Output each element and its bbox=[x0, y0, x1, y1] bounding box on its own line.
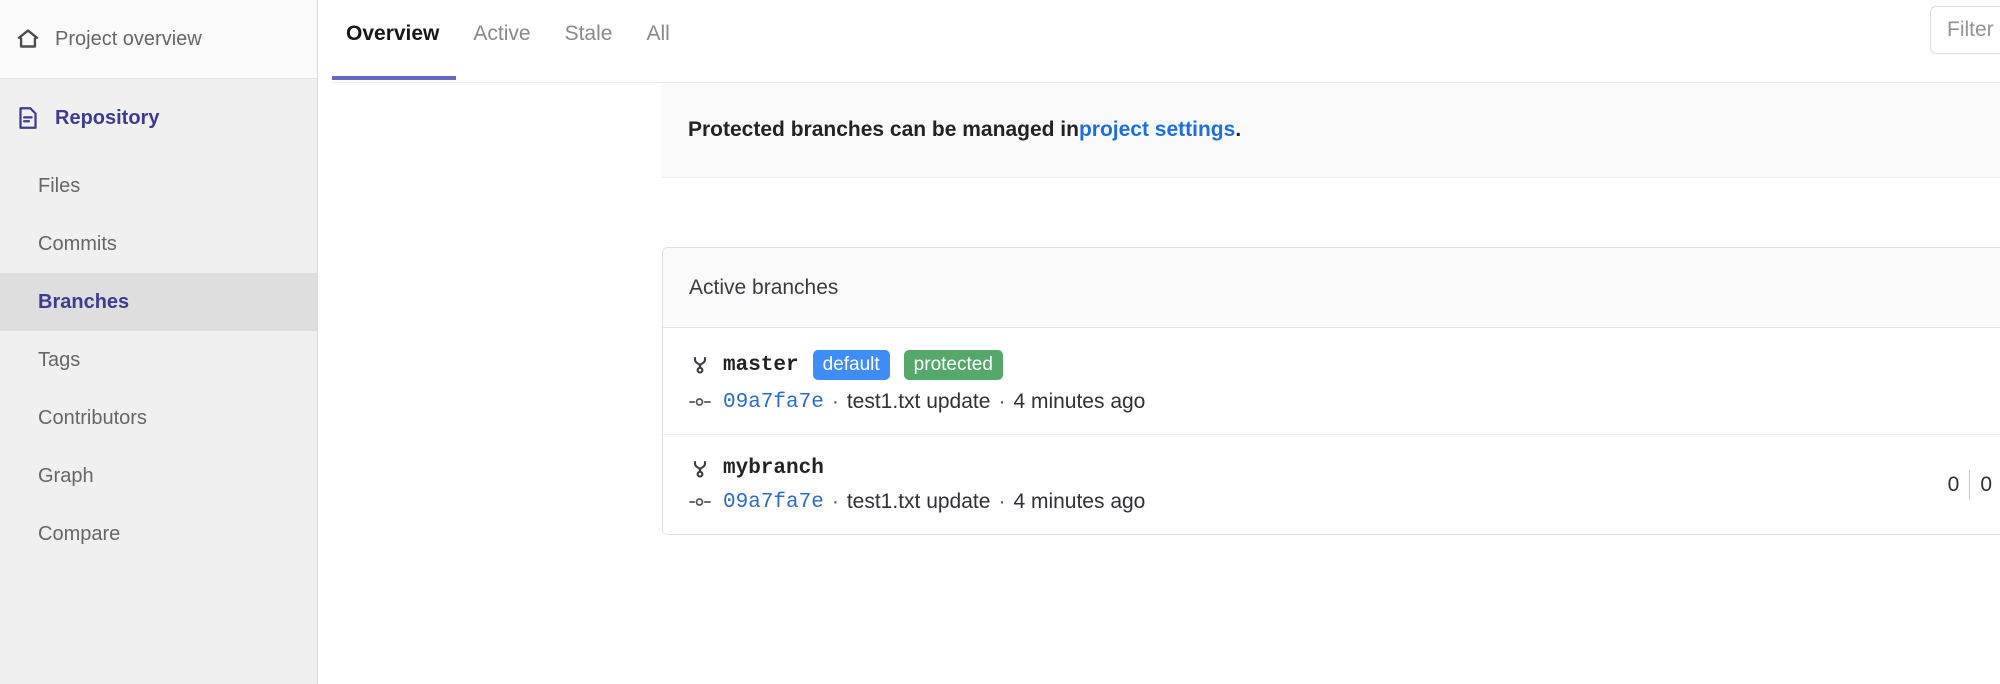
status-badge-default: default bbox=[812, 350, 890, 380]
sidebar-item-label: Branches bbox=[38, 291, 130, 313]
branch-title: mybranch bbox=[689, 457, 1974, 480]
card-header-label: Active branches bbox=[689, 275, 839, 299]
sidebar-item-label: Compare bbox=[38, 523, 121, 545]
tab-label: Overview bbox=[346, 22, 440, 45]
sidebar-item-label: Project overview bbox=[55, 28, 202, 50]
tab-stale[interactable]: Stale bbox=[548, 2, 630, 66]
tab-overview[interactable]: Overview bbox=[332, 2, 457, 80]
commit-node-icon bbox=[689, 491, 711, 513]
commit-separator: · bbox=[998, 390, 1006, 413]
commit-timestamp: 4 minutes ago bbox=[1013, 390, 1146, 413]
branch-filter-wrapper bbox=[1930, 6, 2000, 54]
active-branches-header: Active branches bbox=[663, 248, 2000, 328]
branch-title: master default protected bbox=[689, 350, 1974, 380]
tab-list: Overview Active Stale All bbox=[332, 0, 687, 80]
commit-sha-link[interactable]: 09a7fa7e bbox=[723, 391, 824, 414]
page-root: Project overview Repository Files Commit… bbox=[0, 0, 2000, 684]
protected-branches-notice: Protected branches can be managed in pro… bbox=[662, 83, 2000, 178]
sidebar-item-branches[interactable]: Branches bbox=[0, 273, 317, 331]
notice-text-after: . bbox=[1235, 118, 1242, 141]
commits-ahead-count: 0 bbox=[1980, 472, 1992, 496]
branch-fork-icon bbox=[689, 354, 711, 376]
sidebar-item-commits[interactable]: Commits bbox=[0, 215, 317, 273]
sidebar-item-tags[interactable]: Tags bbox=[0, 331, 317, 389]
tab-active[interactable]: Active bbox=[456, 2, 547, 66]
sidebar: Project overview Repository Files Commit… bbox=[0, 0, 318, 684]
commit-node-icon bbox=[689, 391, 711, 413]
sidebar-item-graph[interactable]: Graph bbox=[0, 447, 317, 505]
main-content: Overview Active Stale All Protected bran… bbox=[318, 0, 2000, 684]
tab-label: All bbox=[646, 22, 670, 45]
commit-sha-link[interactable]: 09a7fa7e bbox=[723, 491, 824, 514]
sidebar-item-contributors[interactable]: Contributors bbox=[0, 389, 317, 447]
home-icon bbox=[13, 27, 43, 51]
commits-behind-count: 0 bbox=[1947, 472, 1960, 496]
sidebar-item-label: Repository bbox=[55, 107, 160, 129]
sidebar-item-project-overview[interactable]: Project overview bbox=[0, 0, 317, 79]
branch-fork-icon bbox=[689, 458, 711, 480]
active-branches-card: Active branches master default protected bbox=[662, 247, 2000, 535]
sidebar-item-label: Commits bbox=[38, 233, 117, 255]
table-row[interactable]: mybranch 09a7fa7e · test1.txt update · 4… bbox=[663, 435, 2000, 534]
commit-separator: · bbox=[831, 490, 839, 513]
sidebar-item-label: Files bbox=[38, 175, 81, 197]
document-icon bbox=[13, 106, 43, 130]
commit-separator: · bbox=[998, 490, 1006, 513]
sidebar-item-label: Contributors bbox=[38, 407, 147, 429]
commit-info: 09a7fa7e · test1.txt update · 4 minutes … bbox=[689, 390, 1974, 414]
status-badge-protected: protected bbox=[903, 350, 1003, 380]
tab-label: Stale bbox=[564, 22, 613, 45]
tab-all[interactable]: All bbox=[629, 2, 686, 66]
branch-tabs: Overview Active Stale All bbox=[318, 0, 2000, 83]
commit-timestamp: 4 minutes ago bbox=[1013, 490, 1146, 513]
commit-message: test1.txt update bbox=[846, 490, 991, 513]
branch-name[interactable]: master bbox=[723, 354, 799, 377]
project-settings-link[interactable]: project settings bbox=[1079, 118, 1235, 142]
commit-separator: · bbox=[831, 390, 839, 413]
divergence-graph: 0 0 bbox=[1947, 469, 1992, 500]
branch-name[interactable]: mybranch bbox=[723, 457, 824, 480]
search-input[interactable] bbox=[1930, 6, 2000, 54]
notice-text-before: Protected branches can be managed in bbox=[688, 118, 1079, 141]
sidebar-item-label: Graph bbox=[38, 465, 94, 487]
sidebar-item-repository[interactable]: Repository bbox=[0, 79, 317, 157]
sidebar-item-files[interactable]: Files bbox=[0, 157, 317, 215]
commit-info: 09a7fa7e · test1.txt update · 4 minutes … bbox=[689, 490, 1974, 514]
table-row[interactable]: master default protected 09a7fa7e · test… bbox=[663, 328, 2000, 435]
sidebar-item-compare[interactable]: Compare bbox=[0, 505, 317, 563]
sidebar-item-label: Tags bbox=[38, 349, 81, 371]
commit-message: test1.txt update bbox=[846, 390, 991, 413]
tab-label: Active bbox=[473, 22, 531, 45]
